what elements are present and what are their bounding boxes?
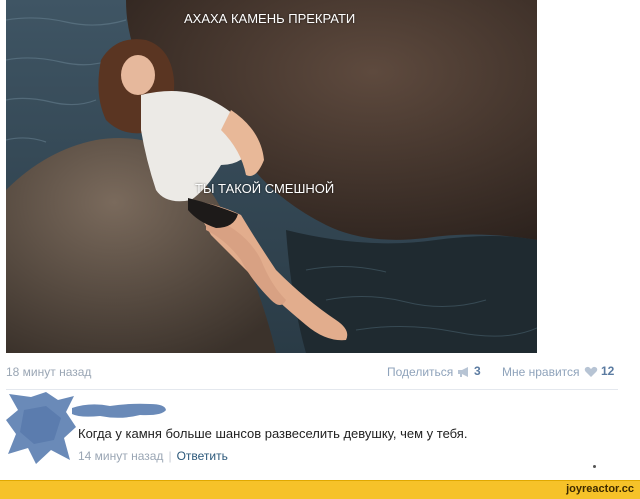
avatar[interactable] (6, 392, 76, 464)
meme-caption-middle: ТЫ ТАКОЙ СМЕШНОЙ (195, 181, 335, 196)
comment-timestamp[interactable]: 14 минут назад (78, 449, 163, 463)
divider (6, 389, 618, 390)
heart-icon[interactable] (584, 366, 598, 378)
megaphone-icon[interactable] (457, 366, 471, 378)
site-watermark: joyreactor.cc (566, 483, 634, 495)
post-photo[interactable]: АХАХА КАМЕНЬ ПРЕКРАТИ ТЫ ТАКОЙ СМЕШНОЙ (6, 0, 537, 353)
reply-button[interactable]: Ответить (177, 449, 228, 463)
author-name-redaction[interactable] (70, 400, 168, 422)
comment-text: Когда у камня больше шансов развеселить … (78, 426, 468, 441)
post-timestamp[interactable]: 18 минут назад (6, 365, 91, 379)
photo-scene (6, 0, 537, 353)
share-count: 3 (474, 364, 481, 378)
meme-caption-top: АХАХА КАМЕНЬ ПРЕКРАТИ (184, 11, 356, 26)
share-button[interactable]: Поделиться (387, 365, 453, 379)
meta-separator: | (168, 449, 172, 463)
like-button[interactable]: Мне нравится (502, 365, 580, 379)
corner-dot (593, 465, 596, 468)
like-count: 12 (601, 364, 615, 378)
post-actions: 18 минут назад Поделиться 3 Мне нравится… (6, 363, 618, 383)
comment-meta: 14 минут назад | Ответить (78, 449, 228, 463)
watermark-bar: joyreactor.cc (0, 480, 640, 499)
